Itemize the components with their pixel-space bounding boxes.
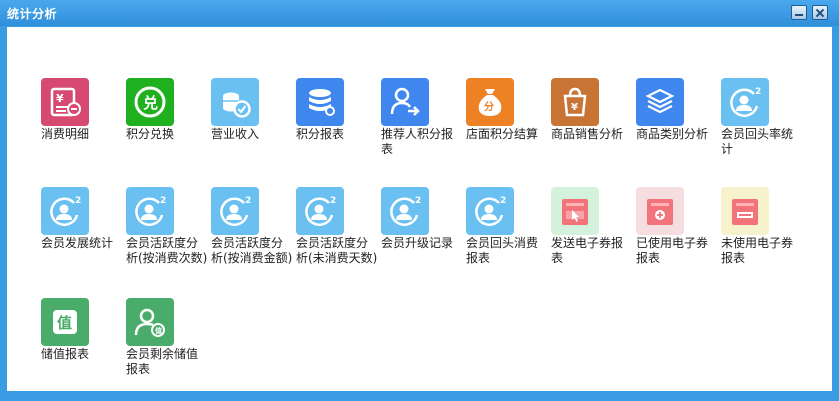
- item-label: 会员活跃度分析(按消费次数): [126, 236, 208, 265]
- statistics-window: 统计分析 ¥ 消费明细 兑 积分兑换 营业收入 积分报表 推荐人积分报表 分 店…: [0, 0, 839, 401]
- database-icon: [296, 78, 344, 126]
- item-label: 店面积分结算: [466, 127, 539, 141]
- item-label: 推荐人积分报表: [381, 127, 454, 156]
- receipt-icon: ¥: [41, 78, 89, 126]
- item-label: 会员活跃度分析(未消费天数): [296, 236, 378, 265]
- item-label: 未使用电子券报表: [721, 236, 794, 265]
- item-label: 储值报表: [41, 347, 90, 361]
- item-label: 商品销售分析: [551, 127, 624, 141]
- points-exchange-icon: 兑: [126, 78, 174, 126]
- svg-text:2: 2: [330, 196, 336, 206]
- member-return-report-icon: 2: [466, 187, 514, 235]
- item-label: 发送电子券报表: [551, 236, 624, 265]
- item-label: 营业收入: [211, 127, 260, 141]
- svg-text:2: 2: [500, 196, 506, 206]
- layers-icon: [636, 78, 684, 126]
- svg-text:2: 2: [755, 87, 761, 97]
- title-bar[interactable]: 统计分析: [0, 0, 839, 26]
- close-button[interactable]: [812, 5, 828, 20]
- member-activity-icon: 2: [126, 187, 174, 235]
- member-activity-icon: 2: [296, 187, 344, 235]
- svg-text:值: 值: [57, 314, 72, 332]
- item-label: 积分兑换: [126, 127, 175, 141]
- item-label: 商品类别分析: [636, 127, 709, 141]
- item-label: 会员发展统计: [41, 236, 114, 250]
- svg-text:2: 2: [415, 196, 421, 206]
- item-label: 会员回头消费报表: [466, 236, 539, 265]
- item-label: 积分报表: [296, 127, 345, 141]
- member-activity-icon: 2: [211, 187, 259, 235]
- stored-value-icon: 值: [41, 298, 89, 346]
- used-coupon-icon: [636, 187, 684, 235]
- svg-text:兑: 兑: [143, 94, 158, 112]
- member-upgrade-icon: 2: [381, 187, 429, 235]
- svg-text:分: 分: [484, 100, 494, 113]
- member-return-icon: 2: [721, 78, 769, 126]
- referrer-icon: [381, 78, 429, 126]
- send-coupon-icon: [551, 187, 599, 235]
- item-label: 会员剩余储值报表: [126, 347, 199, 376]
- item-label: 会员活跃度分析(按消费金额): [211, 236, 293, 265]
- coins-icon: [211, 78, 259, 126]
- window-title: 统计分析: [7, 7, 58, 21]
- item-label: 会员升级记录: [381, 236, 454, 250]
- item-label: 消费明细: [41, 127, 90, 141]
- shopping-bag-icon: ¥: [551, 78, 599, 126]
- member-growth-icon: 2: [41, 187, 89, 235]
- unused-coupon-icon: [721, 187, 769, 235]
- item-label: 会员回头率统计: [721, 127, 794, 156]
- minimize-button[interactable]: [791, 5, 807, 20]
- svg-text:2: 2: [75, 196, 81, 206]
- svg-text:2: 2: [245, 196, 251, 206]
- svg-text:值: 值: [155, 326, 162, 335]
- svg-text:¥: ¥: [571, 102, 578, 113]
- report-grid: ¥ 消费明细 兑 积分兑换 营业收入 积分报表 推荐人积分报表 分 店面积分结算…: [7, 27, 832, 391]
- item-label: 已使用电子券报表: [636, 236, 709, 265]
- svg-text:¥: ¥: [56, 92, 64, 105]
- money-bag-icon: 分: [466, 78, 514, 126]
- svg-text:2: 2: [160, 196, 166, 206]
- member-balance-icon: 值: [126, 298, 174, 346]
